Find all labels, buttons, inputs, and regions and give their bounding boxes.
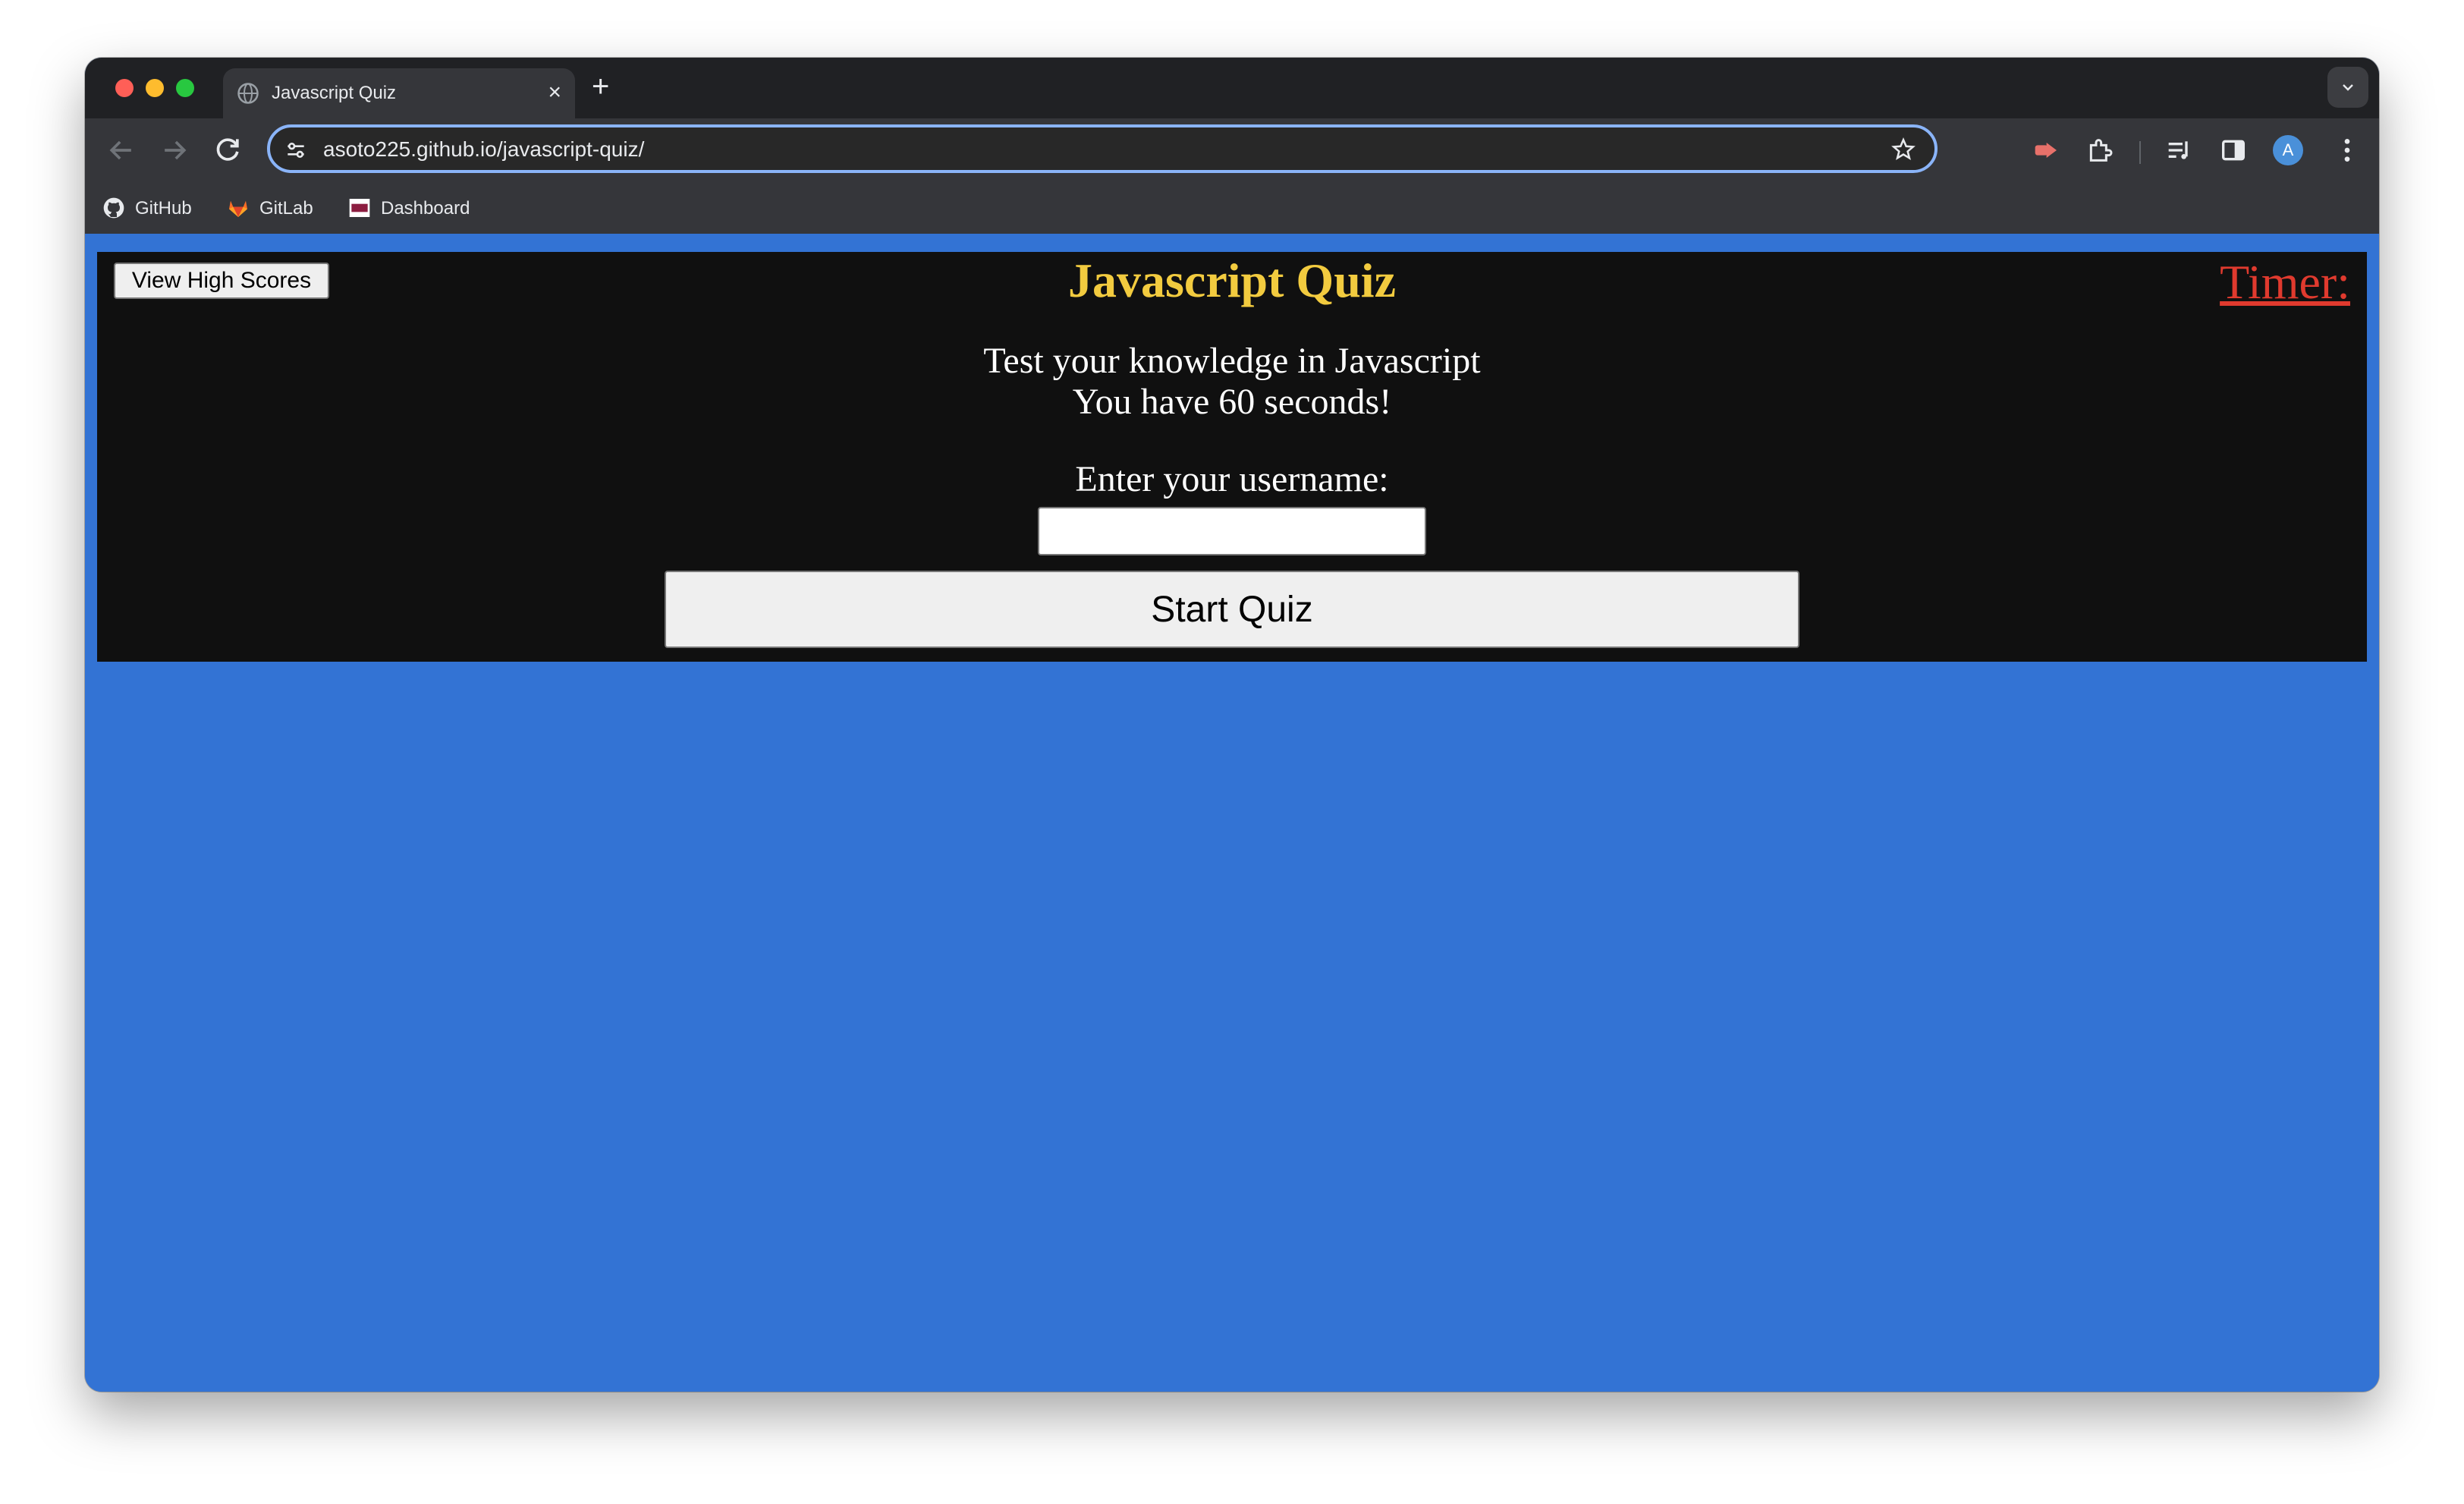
close-window-button[interactable] bbox=[115, 79, 134, 97]
page-title: Javascript Quiz bbox=[1068, 253, 1396, 307]
address-bar[interactable]: asoto225.github.io/javascript-quiz/ bbox=[267, 124, 1938, 173]
browser-toolbar: asoto225.github.io/javascript-quiz/ A bbox=[85, 118, 2379, 182]
bookmark-label: GitLab bbox=[259, 198, 313, 219]
extensions-puzzle-icon[interactable] bbox=[2085, 135, 2115, 165]
bookmark-label: GitHub bbox=[135, 198, 192, 219]
more-menu-icon[interactable] bbox=[2332, 135, 2362, 165]
tab-strip: Javascript Quiz × + bbox=[85, 58, 2379, 118]
side-panel-icon[interactable] bbox=[2218, 135, 2249, 165]
tab-search-button[interactable] bbox=[2327, 67, 2368, 108]
maximize-window-button[interactable] bbox=[176, 79, 194, 97]
tab-javascript-quiz[interactable]: Javascript Quiz × bbox=[223, 68, 575, 118]
minimize-window-button[interactable] bbox=[146, 79, 164, 97]
quiz-container: View High Scores Javascript Quiz Timer: … bbox=[97, 252, 2367, 662]
gitlab-icon bbox=[229, 200, 247, 217]
bookmarks-bar: GitHub GitLab Dashboard bbox=[85, 182, 2379, 234]
quiz-intro-line-2: You have 60 seconds! bbox=[1072, 382, 1392, 422]
bookmark-label: Dashboard bbox=[381, 198, 470, 219]
page-content: View High Scores Javascript Quiz Timer: … bbox=[85, 240, 2379, 1392]
forward-arrow-icon[interactable] bbox=[158, 134, 191, 167]
browser-window: Javascript Quiz × + asoto225.github.io/j… bbox=[85, 58, 2379, 1392]
close-tab-icon[interactable]: × bbox=[548, 80, 561, 105]
asu-icon bbox=[349, 199, 370, 217]
site-settings-icon[interactable] bbox=[284, 138, 308, 162]
username-label: Enter your username: bbox=[1075, 459, 1389, 499]
quiz-intro-line-1: Test your knowledge in Javascript bbox=[983, 341, 1481, 381]
reading-list-icon[interactable] bbox=[2164, 135, 2194, 165]
back-arrow-icon[interactable] bbox=[105, 134, 138, 167]
globe-icon bbox=[237, 83, 259, 104]
toolbar-divider bbox=[2139, 141, 2141, 164]
start-quiz-button[interactable]: Start Quiz bbox=[665, 571, 1799, 648]
timer-link[interactable]: Timer: bbox=[2220, 253, 2350, 311]
url-text[interactable]: asoto225.github.io/javascript-quiz/ bbox=[323, 137, 644, 162]
new-tab-button[interactable]: + bbox=[592, 71, 609, 102]
username-input[interactable] bbox=[1038, 507, 1426, 555]
bookmark-star-icon[interactable] bbox=[1890, 137, 1916, 162]
github-icon bbox=[103, 197, 124, 219]
profile-avatar[interactable]: A bbox=[2273, 135, 2303, 165]
reload-icon[interactable] bbox=[211, 134, 244, 167]
tab-title: Javascript Quiz bbox=[272, 83, 397, 103]
chevron-down-icon bbox=[2343, 84, 2353, 91]
extension-cast-icon[interactable] bbox=[2030, 135, 2060, 165]
